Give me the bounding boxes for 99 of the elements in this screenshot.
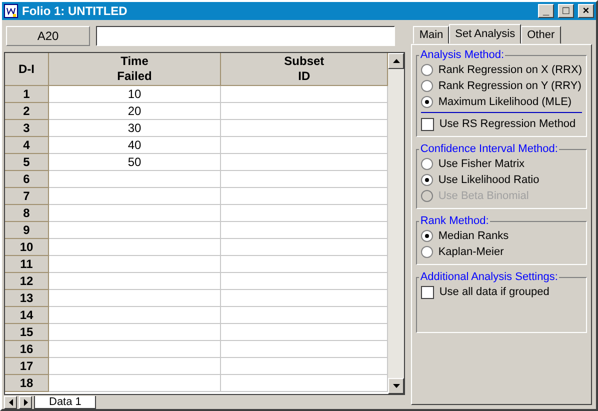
option-label: Maximum Likelihood (MLE) (438, 96, 572, 108)
table-cell[interactable] (221, 290, 388, 307)
table-cell[interactable] (49, 273, 221, 290)
table-cell[interactable] (221, 137, 388, 154)
table-cell[interactable] (49, 205, 221, 222)
window-control-button[interactable]: × (578, 4, 594, 18)
row-header: 8 (5, 205, 49, 222)
table-cell[interactable] (49, 341, 221, 358)
window-control-button[interactable]: □ (558, 4, 574, 18)
table-cell[interactable] (49, 222, 221, 239)
window-control-button[interactable]: _ (538, 4, 554, 18)
option-label: Rank Regression on Y (RRY) (438, 80, 582, 92)
table-cell[interactable] (49, 188, 221, 205)
scroll-up-button[interactable] (388, 53, 404, 69)
table-cell[interactable] (221, 324, 388, 341)
sheet-tab[interactable]: Data 1 (34, 396, 96, 409)
radio-button[interactable] (421, 64, 434, 76)
row-header: 4 (5, 137, 49, 154)
table-cell[interactable] (49, 307, 221, 324)
app-icon (4, 4, 18, 18)
vertical-scrollbar[interactable] (388, 53, 404, 394)
radio-button[interactable] (421, 230, 434, 242)
radio-button[interactable] (421, 96, 434, 108)
table-cell[interactable] (49, 375, 221, 392)
checkbox[interactable] (421, 118, 434, 130)
scroll-down-button[interactable] (388, 378, 404, 394)
option-label: Use all data if grouped (439, 286, 550, 298)
window-title: Folio 1: UNTITLED (22, 4, 128, 18)
table-cell[interactable] (221, 205, 388, 222)
row-header: 1 (5, 86, 49, 103)
option-label: Median Ranks (438, 230, 509, 242)
row-header: 6 (5, 171, 49, 188)
table-cell[interactable] (49, 324, 221, 341)
table-cell[interactable] (221, 256, 388, 273)
group-title: Analysis Method: (419, 49, 506, 61)
right-arrow-icon (24, 399, 28, 406)
table-cell[interactable] (221, 239, 388, 256)
table-cell[interactable] (221, 86, 388, 103)
group-title: Additional Analysis Settings: (419, 271, 559, 283)
row-header: 5 (5, 154, 49, 171)
group-title: Rank Method: (419, 215, 490, 227)
radio-button[interactable] (421, 174, 434, 186)
table-cell[interactable] (49, 239, 221, 256)
table-cell[interactable] (49, 171, 221, 188)
row-header: 18 (5, 375, 49, 392)
table-cell[interactable] (221, 375, 388, 392)
table-cell[interactable] (221, 358, 388, 375)
tab[interactable]: Main (413, 26, 450, 44)
radio-button[interactable] (421, 246, 434, 258)
down-arrow-icon (392, 384, 400, 388)
option-label: Rank Regression on X (RRX) (438, 64, 582, 76)
radio-button[interactable] (421, 158, 434, 170)
table-cell[interactable]: 20 (49, 103, 221, 120)
sheet-left-button[interactable] (4, 396, 17, 409)
formula-field[interactable] (96, 26, 396, 46)
option-label: Use Likelihood Ratio (438, 174, 540, 186)
row-header: 10 (5, 239, 49, 256)
table-cell[interactable] (49, 256, 221, 273)
radio-button[interactable] (421, 80, 434, 92)
table-cell[interactable] (221, 341, 388, 358)
left-arrow-icon (8, 399, 12, 406)
row-header: 16 (5, 341, 49, 358)
column-header: Subset ID (221, 53, 388, 86)
row-header: 7 (5, 188, 49, 205)
group-title: Confidence Interval Method: (419, 143, 559, 155)
up-arrow-icon (392, 59, 400, 63)
row-header: 3 (5, 120, 49, 137)
column-header: Time Failed (49, 53, 221, 86)
table-cell[interactable]: 10 (49, 86, 221, 103)
table-cell[interactable] (221, 273, 388, 290)
option-label: Use Fisher Matrix (438, 158, 525, 170)
row-header: 9 (5, 222, 49, 239)
row-header: 11 (5, 256, 49, 273)
table-cell[interactable] (221, 154, 388, 171)
tab[interactable]: Set Analysis (449, 24, 522, 44)
row-header: 2 (5, 103, 49, 120)
row-header: 15 (5, 324, 49, 341)
row-header: 14 (5, 307, 49, 324)
table-cell[interactable] (221, 222, 388, 239)
table-cell[interactable] (221, 188, 388, 205)
column-header: D-I (5, 53, 49, 86)
table-cell[interactable]: 40 (49, 137, 221, 154)
checkbox[interactable] (421, 286, 434, 298)
tab[interactable]: Other (521, 26, 561, 44)
cell-reference: A20 (6, 26, 90, 46)
sheet-right-button[interactable] (19, 396, 32, 409)
row-header: 17 (5, 358, 49, 375)
table-cell[interactable]: 50 (49, 154, 221, 171)
table-cell[interactable] (49, 290, 221, 307)
table-cell[interactable] (49, 358, 221, 375)
table-cell[interactable] (221, 103, 388, 120)
row-header: 12 (5, 273, 49, 290)
table-cell[interactable] (221, 120, 388, 137)
table-cell[interactable] (221, 307, 388, 324)
table-cell[interactable] (221, 171, 388, 188)
table-cell[interactable]: 30 (49, 120, 221, 137)
row-header: 13 (5, 290, 49, 307)
option-label: Kaplan-Meier (438, 246, 504, 258)
option-label: Use RS Regression Method (439, 118, 576, 130)
